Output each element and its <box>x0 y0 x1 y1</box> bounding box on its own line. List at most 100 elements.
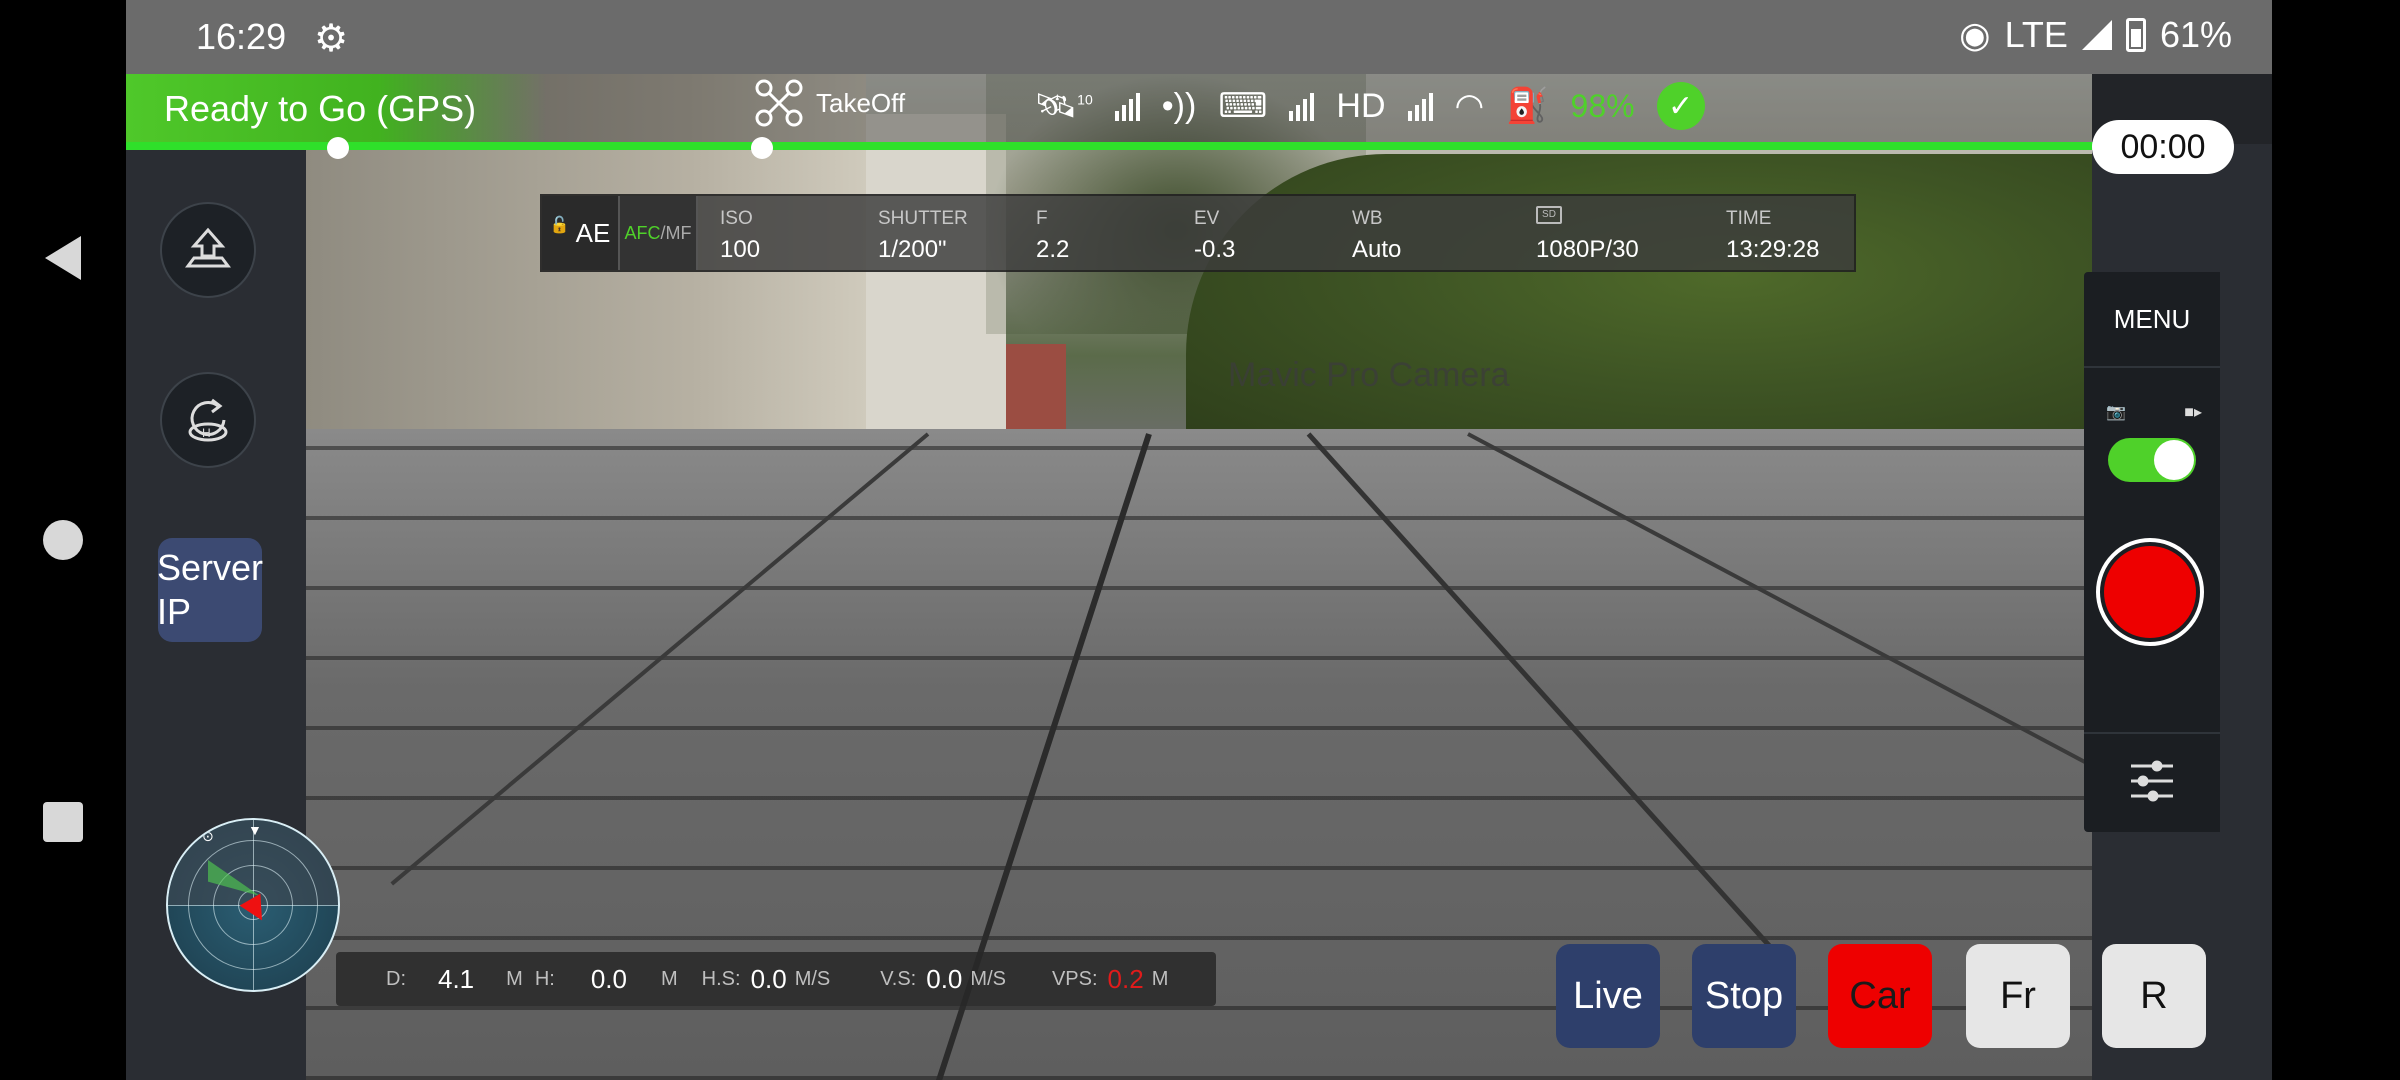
ae-label: AE <box>575 217 611 248</box>
hspeed-label: H.S: <box>701 967 741 990</box>
return-home-icon: H <box>188 398 228 442</box>
shutter-field[interactable]: SHUTTER 1/200" <box>856 196 1014 270</box>
hspeed-unit: M/S <box>794 967 831 990</box>
r-button[interactable]: R <box>2102 944 2206 1048</box>
ev-label: EV <box>1194 208 1220 229</box>
drone-takeoff-icon[interactable] <box>754 78 804 128</box>
ev-field[interactable]: EV -0.3 <box>1172 196 1330 270</box>
camera-watermark: Mavic Pro Camera <box>1228 356 1510 394</box>
server-ip-button[interactable]: Server IP <box>157 538 263 642</box>
return-home-button[interactable]: H <box>160 372 256 468</box>
svg-text:H: H <box>202 426 211 440</box>
hspeed-value: 0.0 <box>750 963 787 994</box>
aperture-value: 2.2 <box>1036 236 1070 263</box>
mf-label: /MF <box>660 222 692 243</box>
time-value: 13:29:28 <box>1726 236 1820 263</box>
stop-button[interactable]: Stop <box>1692 944 1796 1048</box>
time-label: TIME <box>1726 208 1772 229</box>
time-field: TIME 13:29:28 <box>1704 196 1854 270</box>
hd-label: HD <box>1336 86 1386 125</box>
aircraft-battery-icon: ⛽ <box>1506 87 1549 125</box>
feed-building-far <box>866 114 1006 434</box>
distance-unit: M <box>506 967 523 990</box>
live-button[interactable]: Live <box>1556 944 1660 1048</box>
takeoff-label[interactable]: TakeOff <box>816 88 905 119</box>
home-icon[interactable] <box>43 520 83 560</box>
check-icon[interactable]: ✓ <box>1656 82 1705 130</box>
aircraft-battery-percent: 98% <box>1570 87 1635 124</box>
radar-compass[interactable]: ▼ ⊙ <box>166 818 340 992</box>
vspeed-value: 0.0 <box>926 963 963 994</box>
wb-value: Auto <box>1352 236 1402 263</box>
back-icon[interactable] <box>45 236 81 280</box>
iso-label: ISO <box>720 208 753 229</box>
record-timer: 00:00 <box>2092 120 2234 174</box>
aperture-label: F <box>1036 208 1048 229</box>
car-button[interactable]: Car <box>1828 944 1932 1048</box>
aperture-field[interactable]: F 2.2 <box>1014 196 1172 270</box>
status-time: 16:29 <box>196 16 287 57</box>
distance-value: 4.1 <box>438 963 475 994</box>
battery-percent: 61% <box>2159 14 2232 55</box>
upload-takeoff-icon <box>185 227 231 268</box>
camera-settings-button[interactable] <box>2084 732 2220 828</box>
vspeed-label: V.S: <box>880 967 917 990</box>
camera-control-panel: MENU 📷 ■▸ <box>2084 272 2220 832</box>
progress-knob[interactable] <box>751 137 773 159</box>
record-button[interactable] <box>2096 538 2204 646</box>
controller-icon: ⌨ <box>1218 87 1268 125</box>
shutter-value: 1/200" <box>878 236 947 263</box>
vps-value: 0.2 <box>1107 963 1144 994</box>
system-status-bar: 16:29 ⚙ ◉ LTE 61% <box>126 0 2272 74</box>
flight-status-badge[interactable]: Ready to Go (GPS) <box>126 74 546 144</box>
height-unit: M <box>660 967 678 990</box>
telemetry-bar: D: 4.1 M H: 0.0 M H.S: 0.0 M/S V.S: 0.0 … <box>336 952 1216 1006</box>
afc-label: AFC <box>624 222 661 243</box>
vspeed-unit: M/S <box>970 967 1006 990</box>
photo-video-toggle[interactable] <box>2108 438 2196 482</box>
lock-icon: 🔓 <box>549 217 570 234</box>
ae-lock-button[interactable]: 🔓 AE <box>542 196 620 270</box>
ev-value: -0.3 <box>1194 236 1236 263</box>
wb-label: WB <box>1352 208 1383 229</box>
fr-button[interactable]: Fr <box>1966 944 2070 1048</box>
hd-signal-bars <box>1407 91 1433 121</box>
resolution-field[interactable]: SD 1080P/30 <box>1514 196 1704 270</box>
north-marker-icon: ▼ <box>248 822 262 838</box>
height-value: 0.0 <box>590 963 627 994</box>
height-label: H: <box>534 967 555 990</box>
toggle-knob <box>2154 440 2194 480</box>
record-dot <box>2104 546 2196 638</box>
gps-signal-bars <box>1114 91 1140 121</box>
camera-settings-bar[interactable]: 🔓 AE AFC/MF ISO 100 SHUTTER 1/200" F 2.2… <box>540 194 1856 272</box>
battery-icon <box>2125 18 2146 52</box>
focus-mode-button[interactable]: AFC/MF <box>620 196 698 270</box>
takeoff-button[interactable] <box>160 202 256 298</box>
hotspot-icon: ◉ <box>1959 14 1991 55</box>
progress-knob[interactable] <box>327 137 349 159</box>
home-point-icon: ⊙ <box>202 828 214 844</box>
signal-icon <box>2081 20 2112 50</box>
top-status-icons: 🛰10 •)) ⌨ HD ◠ ⛽ 98% ✓ <box>1034 82 1705 130</box>
rc-signal-bars <box>1289 91 1315 121</box>
drone-app: Mavic Pro Camera 16:29 ⚙ ◉ LTE 61% Ready… <box>126 0 2272 1080</box>
right-black-strip <box>2272 0 2400 1080</box>
wifi-icon: ◠ <box>1454 87 1485 125</box>
satellite-count: 10 <box>1077 91 1093 108</box>
sliders-icon <box>2131 760 2173 802</box>
camera-icon: 📷 <box>2106 404 2126 421</box>
wb-field[interactable]: WB Auto <box>1330 196 1514 270</box>
mode-icons: 📷 ■▸ <box>2106 402 2202 422</box>
resolution-value: 1080P/30 <box>1536 236 1639 263</box>
iso-field[interactable]: ISO 100 <box>698 196 856 270</box>
vps-label: VPS: <box>1051 967 1098 990</box>
shutter-label: SHUTTER <box>878 208 968 229</box>
status-right: ◉ LTE 61% <box>1959 14 2232 56</box>
vps-unit: M <box>1151 967 1169 990</box>
menu-button[interactable]: MENU <box>2084 272 2220 368</box>
distance-label: D: <box>386 967 406 990</box>
video-icon: ■▸ <box>2184 404 2202 421</box>
gear-icon: ⚙ <box>314 18 349 60</box>
recents-icon[interactable] <box>43 802 83 842</box>
system-nav-bar <box>0 0 126 1080</box>
